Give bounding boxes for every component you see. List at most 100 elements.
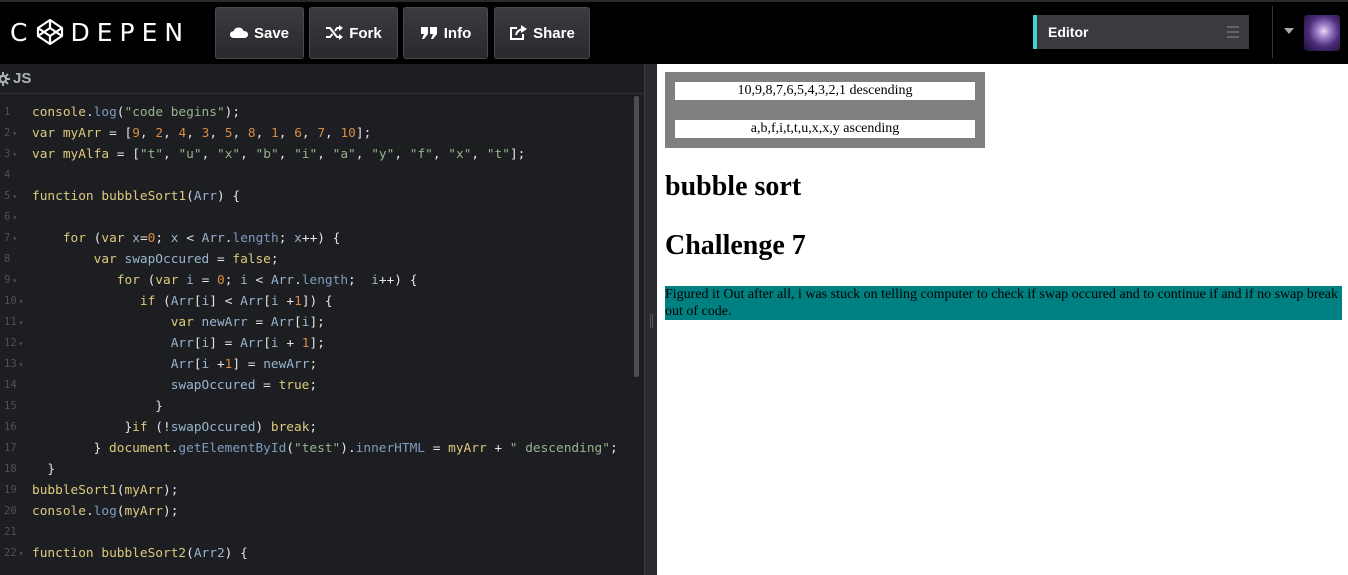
share-button[interactable]: Share — [494, 7, 590, 59]
code-text: var myAlfa = ["t", "u", "x", "b", "i", "… — [32, 147, 526, 162]
code-line[interactable]: 4 — [0, 165, 634, 186]
code-line[interactable]: 16 }if (!swapOccured) break; — [0, 417, 634, 438]
info-button[interactable]: Info — [403, 7, 488, 59]
code-line[interactable]: 7 ▾ for (var x=0; x < Arr.length; x++) { — [0, 228, 634, 249]
js-pane-title: JS — [13, 70, 32, 87]
code-text: } — [32, 399, 163, 414]
code-line[interactable]: 19 bubbleSort1(myArr); — [0, 480, 634, 501]
line-number: 6 ▾ — [4, 211, 18, 223]
fold-arrow-icon[interactable]: ▾ — [12, 213, 17, 222]
js-pane-header[interactable]: JS — [0, 64, 644, 94]
cloud-icon — [229, 27, 248, 38]
code-line[interactable]: 6 ▾ — [0, 207, 634, 228]
code-line[interactable]: 20 console.log(myArr); — [0, 501, 634, 522]
line-number: 7 ▾ — [4, 232, 18, 244]
code-text: for (var x=0; x < Arr.length; x++) { — [62, 231, 341, 246]
code-editor[interactable]: 1 console.log("code begins"); 2 ▾ var myArr … — [0, 102, 634, 564]
code-line[interactable]: 18 } — [0, 459, 634, 480]
code-line[interactable]: 11 ▾ var newArr = Arr[i]; — [0, 312, 634, 333]
preview-pane: 10,9,8,7,6,5,4,3,2,1 descending a,b,f,i,… — [657, 64, 1348, 575]
fold-arrow-icon[interactable]: ▾ — [12, 234, 17, 243]
gear-icon[interactable] — [0, 71, 10, 86]
code-line[interactable]: 21 — [0, 522, 634, 543]
fold-arrow-icon[interactable]: ▾ — [19, 318, 24, 327]
code-text: }if (!swapOccured) break; — [32, 420, 318, 435]
code-line[interactable]: 14 swapOccured = true; — [0, 375, 634, 396]
save-label: Save — [253, 24, 290, 42]
line-number: 3 ▾ — [4, 148, 18, 160]
save-button[interactable]: Save — [215, 7, 304, 59]
line-number: 18 — [4, 463, 17, 475]
code-line[interactable]: 1 console.log("code begins"); — [0, 102, 634, 123]
view-switcher-label: Editor — [1048, 24, 1089, 40]
line-number: 4 — [4, 169, 11, 181]
user-avatar[interactable] — [1304, 15, 1340, 51]
code-line[interactable]: 8 var swapOccured = false; — [0, 249, 634, 270]
code-text: function bubbleSort1(Arr) { — [32, 189, 241, 204]
code-text: swapOccured = true; — [170, 378, 318, 393]
code-text: for (var i = 0; i < Arr.length; i++) { — [116, 273, 418, 288]
logo-text-rest: DEPEN — [70, 17, 191, 47]
fork-label: Fork — [349, 24, 382, 42]
line-number: 15 — [4, 400, 17, 412]
logo-letter-c: C — [10, 17, 35, 47]
chevron-down-icon[interactable] — [1284, 28, 1294, 34]
top-bar: C DEPEN Save Fork Info Share Editor — [0, 0, 1348, 64]
fold-arrow-icon[interactable]: ▾ — [19, 339, 24, 348]
code-line[interactable]: 9 ▾ for (var i = 0; i < Arr.length; i++) … — [0, 270, 634, 291]
code-line[interactable]: 3 ▾ var myAlfa = ["t", "u", "x", "b", "i",… — [0, 144, 634, 165]
line-number: 21 — [4, 526, 17, 538]
codepen-cube-icon — [37, 18, 64, 46]
line-number: 1 — [4, 106, 11, 118]
view-switcher[interactable]: Editor — [1033, 15, 1249, 49]
fork-icon — [326, 25, 344, 40]
code-line[interactable]: 22 ▾ function bubbleSort2(Arr2) { — [0, 543, 634, 564]
fold-arrow-icon[interactable]: ▾ — [12, 129, 17, 138]
line-number: 11 ▾ — [4, 316, 24, 328]
line-number: 5 ▾ — [4, 190, 18, 202]
fold-arrow-icon[interactable]: ▾ — [19, 360, 24, 369]
code-text: console.log("code begins"); — [32, 105, 241, 120]
fold-arrow-icon[interactable]: ▾ — [12, 276, 17, 285]
top-trim — [0, 0, 1348, 2]
share-icon — [510, 25, 528, 40]
pane-resizer[interactable] — [644, 64, 657, 575]
note-paragraph: Figured it Out after all, i was stuck on… — [665, 286, 1342, 320]
code-line[interactable]: 12 ▾ Arr[i] = Arr[i + 1]; — [0, 333, 634, 354]
code-text: } — [32, 462, 56, 477]
code-line[interactable]: 13 ▾ Arr[i +1] = newArr; — [0, 354, 634, 375]
line-number: 2 ▾ — [4, 127, 18, 139]
code-line[interactable]: 5 ▾ function bubbleSort1(Arr) { — [0, 186, 634, 207]
codepen-logo[interactable]: C DEPEN — [10, 14, 190, 50]
line-number: 12 ▾ — [4, 337, 24, 349]
code-line[interactable]: 17 } document.getElementById("test").inn… — [0, 438, 634, 459]
quote-icon — [420, 27, 437, 39]
code-text: console.log(myArr); — [32, 504, 179, 519]
line-number: 19 — [4, 484, 17, 496]
fold-arrow-icon[interactable]: ▾ — [19, 549, 24, 558]
line-number: 14 — [4, 379, 17, 391]
line-number: 22 ▾ — [4, 547, 24, 559]
line-number: 16 — [4, 421, 17, 433]
result-descending: 10,9,8,7,6,5,4,3,2,1 descending — [675, 82, 975, 100]
code-line[interactable]: 2 ▾ var myArr = [9, 2, 4, 3, 5, 8, 1, 6, 7… — [0, 123, 634, 144]
heading-bubble-sort: bubble sort — [665, 171, 802, 202]
resize-grip-icon — [650, 314, 653, 328]
line-number: 8 — [4, 253, 11, 265]
code-text: Arr[i] = Arr[i + 1]; — [170, 336, 325, 351]
js-editor-pane: JS 1 console.log("code begins"); 2 ▾ var myA… — [0, 64, 644, 575]
code-line[interactable]: 15 } — [0, 396, 634, 417]
fold-arrow-icon[interactable]: ▾ — [12, 192, 17, 201]
code-text: bubbleSort1(myArr); — [32, 483, 179, 498]
fold-arrow-icon[interactable]: ▾ — [19, 297, 24, 306]
line-number: 13 ▾ — [4, 358, 24, 370]
result-ascending: a,b,f,i,t,t,u,x,x,y ascending — [675, 120, 975, 138]
code-text: if (Arr[i] < Arr[i +1]) { — [139, 294, 333, 309]
fold-arrow-icon[interactable]: ▾ — [12, 150, 17, 159]
code-line[interactable]: 10 ▾ if (Arr[i] < Arr[i +1]) { — [0, 291, 634, 312]
code-text: Arr[i +1] = newArr; — [170, 357, 318, 372]
fork-button[interactable]: Fork — [309, 7, 398, 59]
code-text: } document.getElementById("test").innerH… — [32, 441, 618, 456]
editor-scrollbar-thumb[interactable] — [634, 96, 639, 377]
code-text: var swapOccured = false; — [93, 252, 279, 267]
